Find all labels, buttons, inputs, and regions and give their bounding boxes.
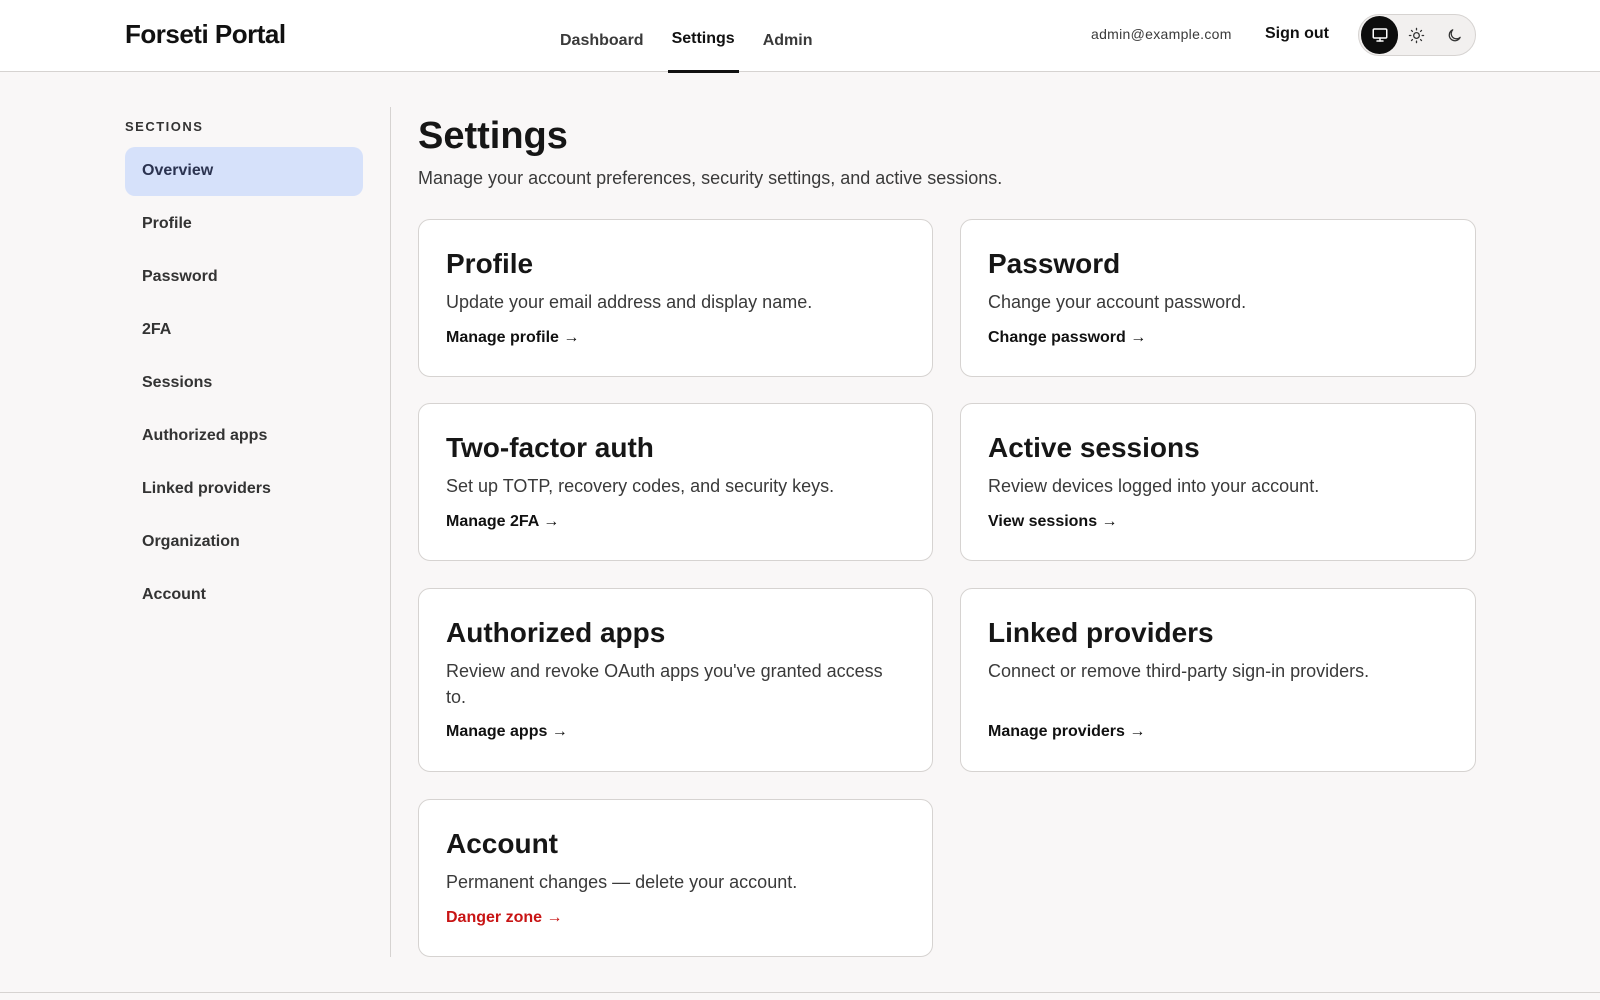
page-title: Settings [418, 115, 568, 157]
sidebar-item-profile[interactable]: Profile [125, 200, 363, 249]
monitor-icon [1372, 28, 1388, 42]
card-description: Connect or remove third-party sign-in pr… [988, 661, 1370, 681]
sidebar-item-password[interactable]: Password [125, 253, 363, 302]
theme-system-button[interactable] [1361, 16, 1399, 54]
card-title: Linked providers [988, 617, 1214, 648]
tab-admin[interactable]: Admin [749, 0, 827, 72]
sidebar-list: Overview Profile Password 2FA Sessions A… [125, 147, 363, 620]
card-title: Active sessions [988, 432, 1200, 463]
app-logo[interactable]: Forseti Portal [125, 19, 286, 50]
card-two-factor-auth: Two-factor auth Set up TOTP, recovery co… [418, 403, 933, 561]
card-profile: Profile Update your email address and di… [418, 219, 933, 377]
manage-2fa-link[interactable]: Manage 2FA → [446, 513, 559, 531]
card-description: Review and revoke OAuth apps you've gran… [446, 661, 883, 707]
sidebar-heading: SECTIONS [125, 119, 204, 134]
top-bar: Forseti Portal Dashboard Settings Admin … [0, 0, 1600, 73]
sidebar-item-2fa[interactable]: 2FA [125, 306, 363, 355]
sidebar: SECTIONS Overview Profile Password 2FA S… [125, 108, 363, 624]
footer-divider [0, 992, 1600, 993]
main-nav: Dashboard Settings Admin [546, 0, 827, 73]
card-password: Password Change your account password. C… [960, 219, 1476, 377]
card-title: Two-factor auth [446, 432, 654, 463]
card-title: Profile [446, 248, 534, 279]
manage-apps-link[interactable]: Manage apps → [446, 723, 568, 741]
user-email: admin@example.com [1091, 26, 1232, 42]
card-title: Authorized apps [446, 617, 666, 648]
tab-dashboard[interactable]: Dashboard [546, 0, 658, 72]
danger-zone-link[interactable]: Danger zone → [446, 909, 562, 927]
card-description: Update your email address and display na… [446, 292, 813, 312]
card-active-sessions: Active sessions Review devices logged in… [960, 403, 1476, 561]
card-description: Set up TOTP, recovery codes, and securit… [446, 476, 835, 496]
page-subtitle: Manage your account preferences, securit… [418, 168, 1003, 188]
card-description: Change your account password. [988, 292, 1247, 312]
manage-providers-link[interactable]: Manage providers → [988, 723, 1145, 741]
theme-toggle [1358, 14, 1476, 56]
card-description: Review devices logged into your account. [988, 476, 1320, 496]
sidebar-item-organization[interactable]: Organization [125, 518, 363, 567]
card-description: Permanent changes — delete your account. [446, 872, 798, 892]
sidebar-divider [390, 107, 391, 957]
tab-settings[interactable]: Settings [658, 0, 749, 73]
sign-out-button[interactable]: Sign out [1265, 25, 1329, 43]
view-sessions-link[interactable]: View sessions → [988, 513, 1118, 531]
card-linked-providers: Linked providers Connect or remove third… [960, 588, 1476, 772]
change-password-link[interactable]: Change password → [988, 329, 1146, 347]
theme-light-button[interactable] [1398, 16, 1435, 54]
card-title: Account [446, 828, 558, 859]
card-title: Password [988, 248, 1121, 279]
sidebar-item-account[interactable]: Account [125, 571, 363, 620]
card-authorized-apps: Authorized apps Review and revoke OAuth … [418, 588, 933, 772]
sidebar-item-linked-providers[interactable]: Linked providers [125, 465, 363, 514]
theme-dark-button[interactable] [1436, 16, 1473, 54]
manage-profile-link[interactable]: Manage profile → [446, 329, 579, 347]
sun-icon [1409, 27, 1425, 43]
sidebar-item-overview[interactable]: Overview [125, 147, 363, 196]
sidebar-item-authorized-apps[interactable]: Authorized apps [125, 412, 363, 461]
sidebar-item-sessions[interactable]: Sessions [125, 359, 363, 408]
moon-icon [1448, 28, 1461, 41]
card-account: Account Permanent changes — delete your … [418, 799, 933, 957]
